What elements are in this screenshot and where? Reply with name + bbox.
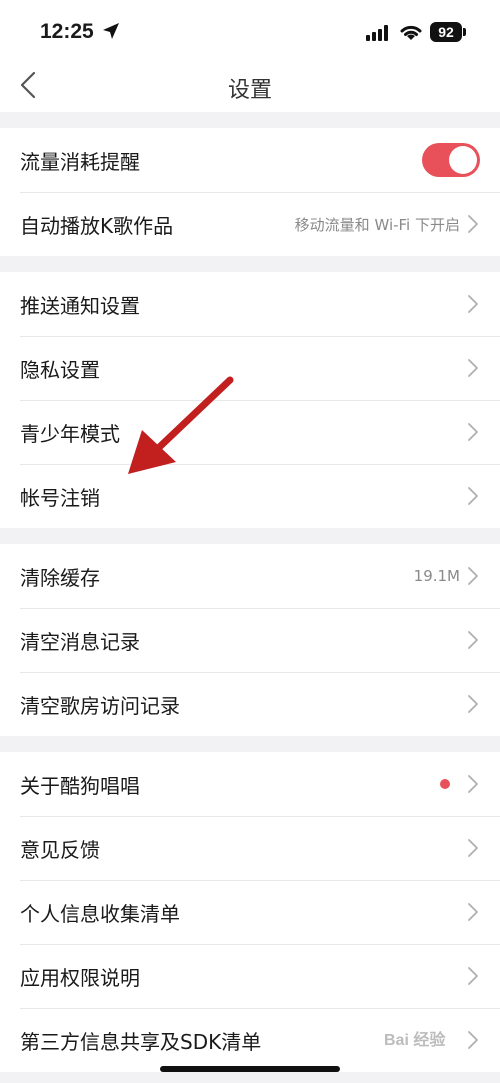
settings-row[interactable]: 自动播放K歌作品 移动流量和 Wi-Fi 下开启 [0, 192, 500, 256]
battery-cap [463, 28, 466, 36]
settings-row-label: 关于酷狗唱唱 [20, 773, 140, 798]
status-time: 12:25 [40, 20, 94, 43]
settings-row-label: 清除缓存 [20, 565, 100, 590]
header: 12:25 92 设置 [0, 0, 500, 112]
chevron-right-icon [468, 967, 478, 985]
settings-row-value: 19.1M [413, 567, 460, 585]
settings-row-label: 清空消息记录 [20, 629, 140, 654]
chevron-right-icon [468, 359, 478, 377]
toggle-switch[interactable] [422, 143, 480, 177]
settings-group: 关于酷狗唱唱 意见反馈 个人信息收集清单 应用权限说明 第三方信息共享及SDK清单 [0, 752, 500, 1072]
settings-row[interactable]: 流量消耗提醒 [0, 128, 500, 192]
chevron-right-icon [468, 695, 478, 713]
home-indicator[interactable] [160, 1066, 340, 1072]
chevron-right-icon [468, 215, 478, 233]
settings-row-label: 隐私设置 [20, 357, 100, 382]
nav-bar: 设置 [0, 64, 500, 112]
settings-row-label: 推送通知设置 [20, 293, 140, 318]
chevron-right-icon [468, 423, 478, 441]
settings-row-label: 自动播放K歌作品 [20, 213, 174, 238]
settings-row[interactable]: 个人信息收集清单 [0, 880, 500, 944]
settings-row[interactable]: 关于酷狗唱唱 [0, 752, 500, 816]
location-arrow-icon [103, 23, 119, 39]
settings-row-label: 意见反馈 [20, 837, 100, 862]
settings-group: 流量消耗提醒自动播放K歌作品 移动流量和 Wi-Fi 下开启 [0, 128, 500, 256]
settings-row[interactable]: 清空歌房访问记录 [0, 672, 500, 736]
settings-row[interactable]: 清除缓存 19.1M [0, 544, 500, 608]
chevron-right-icon [468, 775, 478, 793]
settings-list: 流量消耗提醒自动播放K歌作品 移动流量和 Wi-Fi 下开启推送通知设置 隐私设置青… [0, 128, 500, 1072]
battery-level: 92 [430, 22, 462, 42]
notification-dot [440, 779, 450, 789]
cellular-signal-icon [366, 25, 388, 41]
settings-row-label: 个人信息收集清单 [20, 901, 180, 926]
chevron-right-icon [468, 631, 478, 649]
chevron-right-icon [468, 903, 478, 921]
wifi-icon [400, 25, 422, 40]
settings-row[interactable]: 意见反馈 [0, 816, 500, 880]
settings-row-label: 帐号注销 [20, 485, 100, 510]
settings-row[interactable]: 隐私设置 [0, 336, 500, 400]
page-title: 设置 [227, 78, 272, 103]
settings-row[interactable]: 帐号注销 [0, 464, 500, 528]
settings-row[interactable]: 清空消息记录 [0, 608, 500, 672]
chevron-right-icon [468, 839, 478, 857]
settings-row-label: 青少年模式 [20, 421, 120, 446]
settings-row[interactable]: 推送通知设置 [0, 272, 500, 336]
toggle-knob [449, 146, 477, 174]
settings-row-label: 清空歌房访问记录 [20, 693, 180, 718]
settings-row[interactable]: 青少年模式 [0, 400, 500, 464]
chevron-right-icon [468, 295, 478, 313]
status-bar: 12:25 92 [0, 0, 500, 64]
settings-group: 清除缓存 19.1M 清空消息记录清空歌房访问记录 [0, 544, 500, 736]
watermark: Bai 经验 [384, 1032, 446, 1049]
settings-row-label: 应用权限说明 [20, 965, 140, 990]
settings-row-value: 移动流量和 Wi-Fi 下开启 [294, 215, 460, 234]
settings-row-label: 流量消耗提醒 [20, 149, 140, 174]
settings-group: 推送通知设置 隐私设置青少年模式帐号注销 [0, 272, 500, 528]
settings-row[interactable]: 应用权限说明 [0, 944, 500, 1008]
chevron-right-icon [468, 1031, 478, 1049]
chevron-right-icon [468, 487, 478, 505]
chevron-right-icon [468, 567, 478, 585]
